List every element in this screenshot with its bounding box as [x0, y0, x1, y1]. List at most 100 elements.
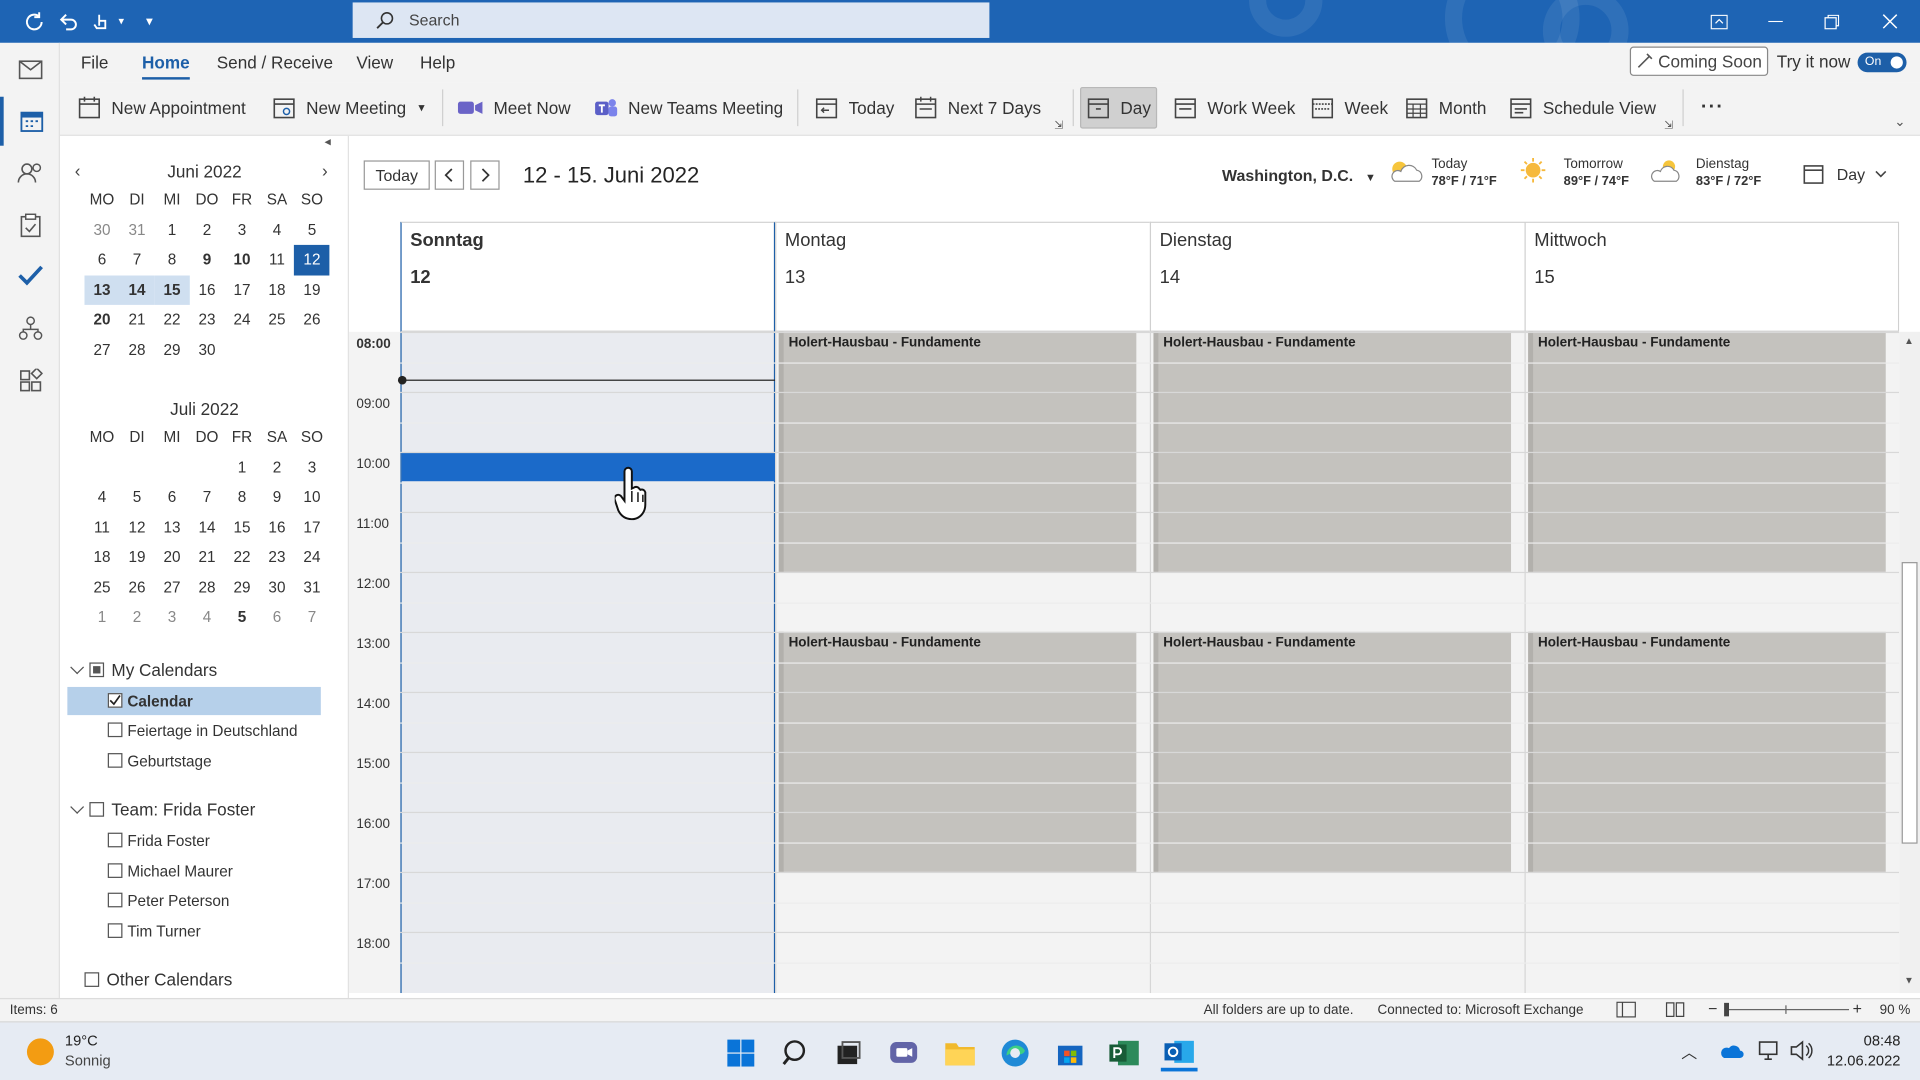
mini-calendar-day[interactable]: 7	[294, 602, 329, 632]
mini-calendar-day[interactable]: 17	[224, 275, 259, 305]
mini-calendar-day[interactable]: 16	[189, 275, 224, 305]
minimize-button[interactable]	[1747, 0, 1803, 43]
tasks-icon[interactable]	[0, 201, 60, 250]
mini-calendar-day[interactable]: 15	[154, 274, 190, 305]
mini-calendar-day[interactable]: 4	[84, 482, 119, 512]
restore-button[interactable]	[1804, 0, 1860, 43]
work-week-view-button[interactable]: Work Week	[1168, 87, 1300, 129]
next-period-button[interactable]	[470, 160, 500, 190]
mini-calendar-day[interactable]: 5	[224, 602, 259, 632]
mini-calendar-day[interactable]: 19	[119, 542, 154, 572]
holidays-checkbox[interactable]	[107, 722, 123, 738]
mini-calendar-day[interactable]: 5	[294, 215, 329, 245]
collapse-pane-icon[interactable]: ◂	[324, 136, 330, 149]
weather-location[interactable]: Washington, D.C. ▼	[1222, 167, 1376, 185]
member-checkbox[interactable]	[107, 832, 123, 848]
my-calendars-group[interactable]: My Calendars	[67, 660, 217, 680]
normal-view-icon[interactable]	[1616, 1001, 1636, 1022]
apps-icon[interactable]	[0, 356, 60, 405]
customize-toolbar-icon[interactable]: ▾	[135, 0, 164, 43]
event-block[interactable]: Holert-Hausbau - Fundamente	[1153, 631, 1512, 872]
mini-calendar-day[interactable]: 28	[119, 335, 154, 365]
mini-calendar-day[interactable]: 27	[154, 572, 189, 602]
mini-calendar-day[interactable]: 20	[84, 305, 119, 335]
mini-calendar-day[interactable]: 23	[259, 542, 294, 572]
mini-calendar-day[interactable]: 26	[119, 572, 154, 602]
event-block[interactable]: Holert-Hausbau - Fundamente	[1528, 331, 1886, 572]
calendar-checkbox[interactable]	[107, 693, 123, 708]
mini-calendar-day[interactable]: 16	[259, 512, 294, 542]
outlook-icon[interactable]	[1160, 1035, 1198, 1072]
other-calendars-group[interactable]: Other Calendars	[84, 970, 232, 989]
selected-time-slot[interactable]	[401, 453, 776, 482]
mini-calendar-day[interactable]: 31	[119, 215, 154, 245]
chevron-down-icon[interactable]: ▾	[418, 101, 424, 114]
mini-calendar-day[interactable]: 30	[189, 335, 224, 365]
sync-icon[interactable]	[18, 0, 50, 43]
calendar-item-holidays[interactable]: Feiertage in Deutschland	[67, 716, 320, 744]
mini-calendar-day[interactable]: 8	[224, 482, 259, 512]
calendar-item-member[interactable]: Peter Peterson	[67, 887, 320, 915]
go-to-today-button[interactable]: Today	[809, 87, 899, 129]
zoom-slider[interactable]	[1726, 1008, 1849, 1011]
people-icon[interactable]	[0, 148, 60, 197]
mini-calendar-day[interactable]: 13	[154, 512, 189, 542]
collapse-ribbon-icon[interactable]: ⌄	[1894, 114, 1905, 130]
mini-calendar-day[interactable]: 14	[189, 512, 224, 542]
chevron-down-icon[interactable]	[70, 800, 85, 814]
day-header-tuesday[interactable]: Dienstag 14	[1149, 221, 1525, 332]
mini-calendar-day[interactable]: 30	[84, 215, 119, 245]
day-header-wednesday[interactable]: Mittwoch 15	[1524, 221, 1900, 332]
mini-calendar-day[interactable]: 8	[154, 245, 189, 275]
mini-calendar-day[interactable]: 1	[154, 215, 189, 245]
schedule-view-button[interactable]: Schedule View	[1504, 87, 1661, 129]
taskbar-search-icon[interactable]	[778, 1035, 815, 1072]
weather-tomorrow[interactable]: Tomorrow 89°F / 74°F	[1517, 157, 1629, 189]
undo-icon[interactable]	[53, 0, 85, 43]
ribbon-display-icon[interactable]	[1691, 0, 1747, 43]
teams-chat-icon[interactable]	[885, 1035, 922, 1072]
volume-icon[interactable]	[1789, 1040, 1813, 1068]
mini-calendar-day[interactable]: 3	[224, 215, 259, 245]
mini-calendar-day[interactable]: 24	[294, 542, 329, 572]
weather-tuesday[interactable]: Dienstag 83°F / 72°F	[1649, 157, 1761, 189]
mini-calendar-day[interactable]: 29	[224, 572, 259, 602]
dialog-launcher-icon[interactable]: ⇲	[1054, 119, 1063, 132]
project-icon[interactable]	[1106, 1035, 1143, 1072]
onedrive-icon[interactable]	[1719, 1042, 1744, 1065]
scroll-down-icon[interactable]: ▼	[1904, 975, 1914, 986]
mini-calendar-day[interactable]: 12	[119, 512, 154, 542]
tab-view[interactable]: View	[356, 53, 393, 73]
mini-calendar-day[interactable]: 25	[259, 305, 294, 335]
edge-icon[interactable]	[997, 1035, 1034, 1072]
mini-calendar-day[interactable]: 13	[84, 274, 120, 305]
member-checkbox[interactable]	[107, 892, 123, 908]
event-block[interactable]: Holert-Hausbau - Fundamente	[1153, 331, 1512, 572]
my-calendars-checkbox[interactable]	[89, 662, 105, 678]
mini-calendar-day[interactable]: 29	[154, 335, 189, 365]
day-view-button[interactable]: Day	[1080, 86, 1158, 129]
day-column-tuesday[interactable]: Holert-Hausbau - Fundamente Holert-Hausb…	[1149, 331, 1525, 994]
scroll-up-icon[interactable]: ▲	[1904, 336, 1914, 347]
mini-calendar-day[interactable]: 1	[84, 602, 119, 632]
mini-calendar-day[interactable]: 7	[189, 482, 224, 512]
event-block[interactable]: Holert-Hausbau - Fundamente	[778, 631, 1137, 872]
mini-calendar-day[interactable]: 26	[294, 305, 329, 335]
mini-calendar-day[interactable]: 4	[259, 215, 294, 245]
meet-now-button[interactable]: Meet Now	[452, 87, 576, 129]
file-explorer-icon[interactable]	[942, 1035, 979, 1072]
tab-file[interactable]: File	[81, 53, 109, 73]
mini-calendar-day[interactable]: 1	[224, 452, 259, 482]
mini-calendar-day[interactable]: 10	[294, 482, 329, 512]
team-group[interactable]: Team: Frida Foster	[67, 800, 255, 819]
mini-calendar-day[interactable]: 9	[189, 245, 224, 275]
day-column-sunday[interactable]	[397, 331, 777, 994]
mini-calendar-day[interactable]: 7	[119, 245, 154, 275]
calendar-icon[interactable]	[0, 96, 60, 146]
mini-calendar-day[interactable]: 21	[119, 305, 154, 335]
chevron-down-icon[interactable]	[70, 660, 85, 675]
view-selector[interactable]: Day	[1802, 163, 1887, 185]
chevron-down-icon[interactable]: ▾	[113, 0, 130, 43]
mini-calendar-day[interactable]: 18	[84, 542, 119, 572]
mini-calendar-day[interactable]: 2	[189, 215, 224, 245]
